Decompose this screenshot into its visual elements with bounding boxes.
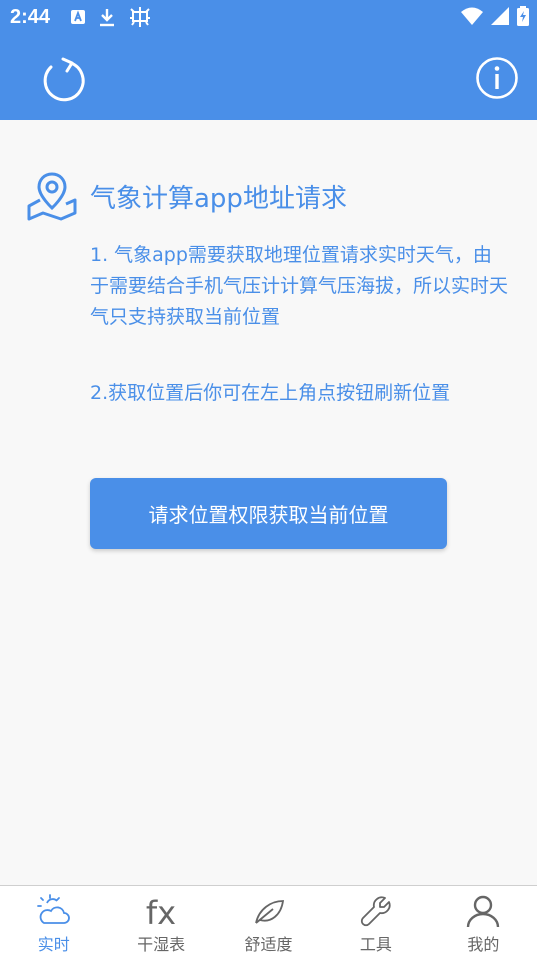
location-map-icon bbox=[27, 172, 77, 221]
status-bar: 2:44 bbox=[0, 0, 537, 36]
info-icon[interactable] bbox=[475, 56, 519, 100]
nav-label: 工具 bbox=[359, 935, 392, 954]
refresh-hint-text: 2.获取位置后你可在左上角点按钮刷新位置 bbox=[90, 382, 451, 404]
nav-label: 我的 bbox=[467, 935, 500, 954]
nav-item-mine[interactable]: 我的 bbox=[430, 886, 537, 957]
nav-item-comfort[interactable]: 舒适度 bbox=[215, 886, 322, 957]
nav-item-realtime[interactable]: 实时 bbox=[0, 886, 107, 957]
nav-label: 干湿表 bbox=[137, 935, 186, 954]
nav-item-psychrometer[interactable]: fx 干湿表 bbox=[107, 886, 214, 957]
person-icon bbox=[467, 895, 500, 928]
main-content: 气象计算app地址请求 1. 气象app需要获取地理位置请求实时天气，由于需要结… bbox=[0, 120, 537, 885]
permission-reason-text: 1. 气象app需要获取地理位置请求实时天气，由于需要结合手机气压计计算气压海拔… bbox=[90, 244, 509, 328]
battery-charging-icon bbox=[517, 6, 529, 26]
app-notification-icon bbox=[71, 10, 85, 24]
nav-label: 实时 bbox=[37, 935, 70, 954]
request-location-button[interactable]: 请求位置权限获取当前位置 bbox=[90, 478, 447, 549]
refresh-icon[interactable] bbox=[38, 54, 88, 104]
signal-icon bbox=[491, 7, 509, 25]
wrench-icon bbox=[360, 896, 391, 927]
request-header: 气象计算app地址请求 bbox=[26, 170, 347, 222]
download-icon bbox=[100, 9, 114, 27]
weather-sun-cloud-icon bbox=[36, 894, 70, 924]
app-bar bbox=[0, 36, 537, 120]
request-title: 气象计算app地址请求 bbox=[90, 183, 347, 214]
nav-label: 舒适度 bbox=[244, 935, 293, 954]
nav-item-tools[interactable]: 工具 bbox=[322, 886, 429, 957]
bottom-nav: 实时 fx 干湿表 舒适度 工具 我的 bbox=[0, 885, 537, 957]
wifi-icon bbox=[461, 7, 483, 25]
svg-text:fx: fx bbox=[146, 894, 176, 929]
bug-icon bbox=[130, 7, 150, 27]
leaf-icon bbox=[254, 900, 284, 924]
fx-icon: fx bbox=[146, 894, 176, 929]
status-time: 2:44 bbox=[10, 6, 51, 28]
